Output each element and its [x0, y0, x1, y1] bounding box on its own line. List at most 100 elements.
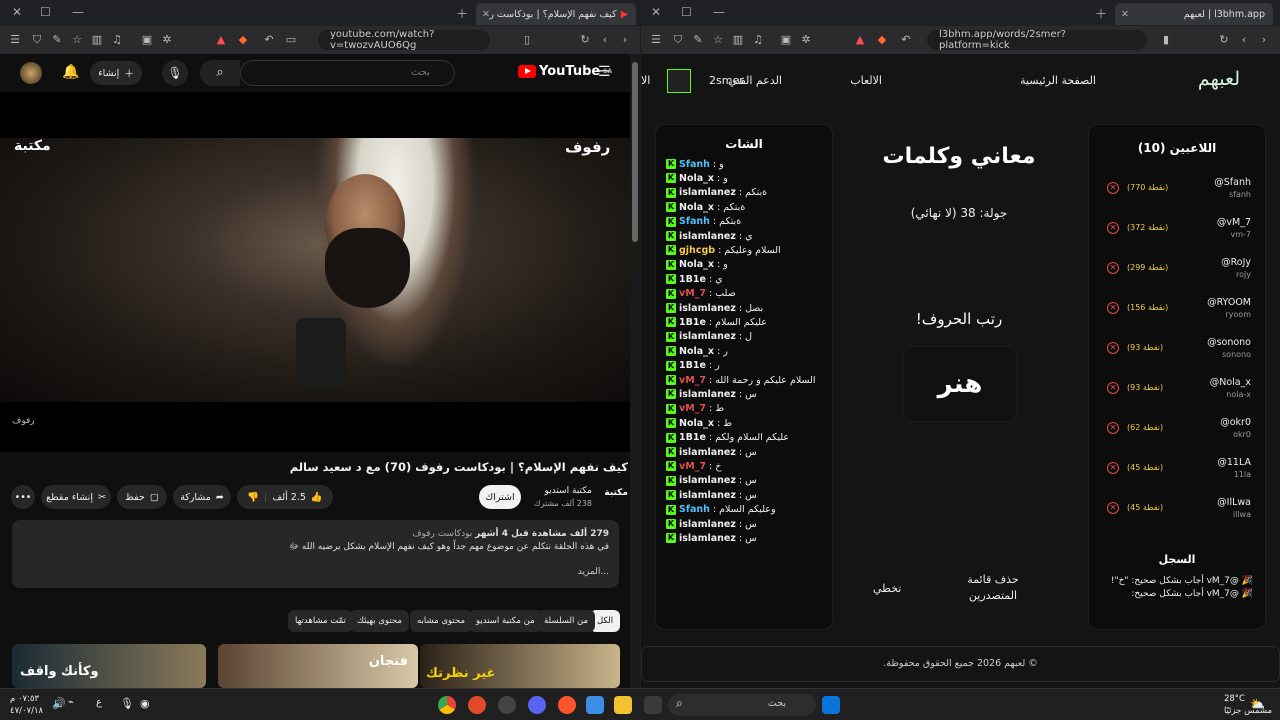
- menu-icon[interactable]: ☰: [8, 33, 22, 47]
- wallet-icon[interactable]: ▣: [140, 33, 154, 47]
- shield-icon[interactable]: ⛉: [30, 33, 44, 47]
- remove-player-icon[interactable]: ✕: [1107, 182, 1119, 194]
- chip-similar[interactable]: محتوى مشابه: [410, 610, 472, 632]
- address-bar[interactable]: youtube.com/watch?v=twozvAUO6Qg: [318, 29, 490, 51]
- chat-username[interactable]: islamlanez: [679, 187, 736, 198]
- remove-player-icon[interactable]: ✕: [1107, 422, 1119, 434]
- minimize-icon[interactable]: —: [713, 5, 725, 19]
- chat-username[interactable]: Sfanh: [679, 216, 710, 227]
- chip-watched[interactable]: تمّت مشاهدتها: [288, 610, 353, 632]
- thumbnail-1[interactable]: غير نظرتك: [420, 644, 620, 688]
- chat-username[interactable]: Nola_x: [679, 418, 714, 429]
- language-indicator[interactable]: ع: [96, 697, 102, 708]
- chat-username[interactable]: gjhcgb: [679, 245, 715, 256]
- nav-home[interactable]: الصفحة الرئيسية: [1020, 74, 1096, 87]
- microphone-icon[interactable]: 🎙: [120, 697, 134, 710]
- store-icon[interactable]: [586, 696, 604, 714]
- clear-leaderboard-button[interactable]: حذف قائمة المتصدرين: [953, 572, 1033, 604]
- discord-icon[interactable]: [528, 696, 546, 714]
- close-window-icon[interactable]: ✕: [651, 5, 661, 19]
- clock[interactable]: ٠٧:٥٣ م ٤٧/٠٧/١٨: [10, 693, 43, 717]
- bookmark-icon[interactable]: ☆: [711, 33, 725, 47]
- taskbar-search[interactable]: بحث: [668, 694, 816, 716]
- task-view-icon[interactable]: [644, 696, 662, 714]
- chat-username[interactable]: islamlanez: [679, 533, 736, 544]
- chrome-icon[interactable]: [438, 696, 456, 714]
- remove-player-icon[interactable]: ✕: [1107, 462, 1119, 474]
- chat-username[interactable]: islamlanez: [679, 331, 736, 342]
- maximize-icon[interactable]: ☐: [681, 5, 692, 19]
- brave-shield-icon[interactable]: ◆: [875, 33, 889, 47]
- create-button[interactable]: ＋ إنشاء: [90, 61, 142, 85]
- chat-username[interactable]: Nola_x: [679, 202, 714, 213]
- notifications-icon[interactable]: 🔔: [62, 64, 79, 80]
- scrollbar-thumb[interactable]: [632, 62, 638, 242]
- skip-button[interactable]: تخطي: [873, 582, 901, 595]
- sidebar-icon[interactable]: ▥: [90, 33, 104, 47]
- sidebar-icon[interactable]: ▥: [731, 33, 745, 47]
- chat-username[interactable]: Nola_x: [679, 346, 714, 357]
- back-icon[interactable]: ‹: [598, 33, 612, 47]
- forward-icon[interactable]: ›: [1257, 33, 1271, 47]
- channel-avatar[interactable]: مكتبة: [604, 488, 628, 498]
- bookmark-page-icon[interactable]: ▯: [520, 33, 534, 47]
- maximize-icon[interactable]: ☐: [40, 5, 51, 19]
- tab-l3bhm[interactable]: l3bhm.app | لعبهم ✕: [1115, 3, 1273, 25]
- chat-username[interactable]: 1B1e: [679, 360, 706, 371]
- chat-username[interactable]: vM_7: [679, 461, 706, 472]
- music-icon[interactable]: ♫: [751, 33, 765, 47]
- chat-username[interactable]: Nola_x: [679, 173, 714, 184]
- close-window-icon[interactable]: ✕: [12, 5, 22, 19]
- hamburger-menu-icon[interactable]: ☰: [598, 64, 611, 80]
- nav-more[interactable]: الا: [641, 74, 650, 87]
- share-url-icon[interactable]: ↶: [899, 33, 913, 47]
- app-icon[interactable]: [468, 696, 486, 714]
- chat-username[interactable]: vM_7: [679, 375, 706, 386]
- video-frame[interactable]: [0, 138, 630, 402]
- remove-player-icon[interactable]: ✕: [1107, 502, 1119, 514]
- nav-games[interactable]: الالعاب: [850, 74, 882, 87]
- chat-username[interactable]: 1B1e: [679, 432, 706, 443]
- bookmark-icon[interactable]: ☆: [70, 33, 84, 47]
- brave-icon[interactable]: [558, 696, 576, 714]
- new-tab-icon[interactable]: ＋: [1095, 5, 1107, 22]
- chat-username[interactable]: vM_7: [679, 288, 706, 299]
- wallet-icon[interactable]: ▣: [779, 33, 793, 47]
- chat-username[interactable]: Sfanh: [679, 504, 710, 515]
- remove-player-icon[interactable]: ✕: [1107, 222, 1119, 234]
- app-tray-icon[interactable]: ◉: [140, 697, 150, 710]
- puzzle-icon[interactable]: ✲: [799, 33, 813, 47]
- shield-icon[interactable]: ⛉: [671, 33, 685, 47]
- nav-username[interactable]: 2smer: [709, 74, 744, 87]
- chip-from-channel[interactable]: من مكتبة استديو: [469, 610, 542, 632]
- chip-for-you[interactable]: محتوى بهيئك: [350, 610, 409, 632]
- chat-username[interactable]: islamlanez: [679, 303, 736, 314]
- puzzle-icon[interactable]: ✲: [160, 33, 174, 47]
- close-tab-icon[interactable]: ✕: [1121, 9, 1129, 20]
- chat-username[interactable]: Nola_x: [679, 259, 714, 270]
- start-icon[interactable]: [822, 696, 840, 714]
- chat-username[interactable]: islamlanez: [679, 490, 736, 501]
- reload-icon[interactable]: ↻: [578, 33, 592, 47]
- new-tab-icon[interactable]: ＋: [456, 5, 468, 22]
- remove-player-icon[interactable]: ✕: [1107, 382, 1119, 394]
- desc-more-link[interactable]: ...المزيد: [22, 566, 609, 579]
- share-button[interactable]: ➦ مشاركة: [173, 485, 231, 509]
- channel-name[interactable]: مكتبة استديو: [544, 486, 592, 496]
- remove-player-icon[interactable]: ✕: [1107, 302, 1119, 314]
- share-url-icon[interactable]: ↶: [262, 33, 276, 47]
- more-actions-button[interactable]: •••: [11, 485, 35, 509]
- reload-icon[interactable]: ↻: [1217, 33, 1231, 47]
- extensions-icon[interactable]: ✎: [50, 33, 64, 47]
- tab-youtube[interactable]: ▶ كيف نفهم الإسلام؟ | بودكاست ر ✕: [476, 3, 636, 25]
- dislike-icon[interactable]: 👎: [247, 492, 259, 503]
- avatar[interactable]: [20, 62, 42, 84]
- chat-username[interactable]: 1B1e: [679, 274, 706, 285]
- remove-player-icon[interactable]: ✕: [1107, 342, 1119, 354]
- chat-username[interactable]: islamlanez: [679, 447, 736, 458]
- chat-username[interactable]: islamlanez: [679, 389, 736, 400]
- music-icon[interactable]: ♫: [110, 33, 124, 47]
- user-avatar[interactable]: [667, 69, 691, 93]
- subscribe-button[interactable]: اشتراك: [479, 485, 521, 509]
- clip-button[interactable]: ✂ إنشاء مقطع: [41, 485, 111, 509]
